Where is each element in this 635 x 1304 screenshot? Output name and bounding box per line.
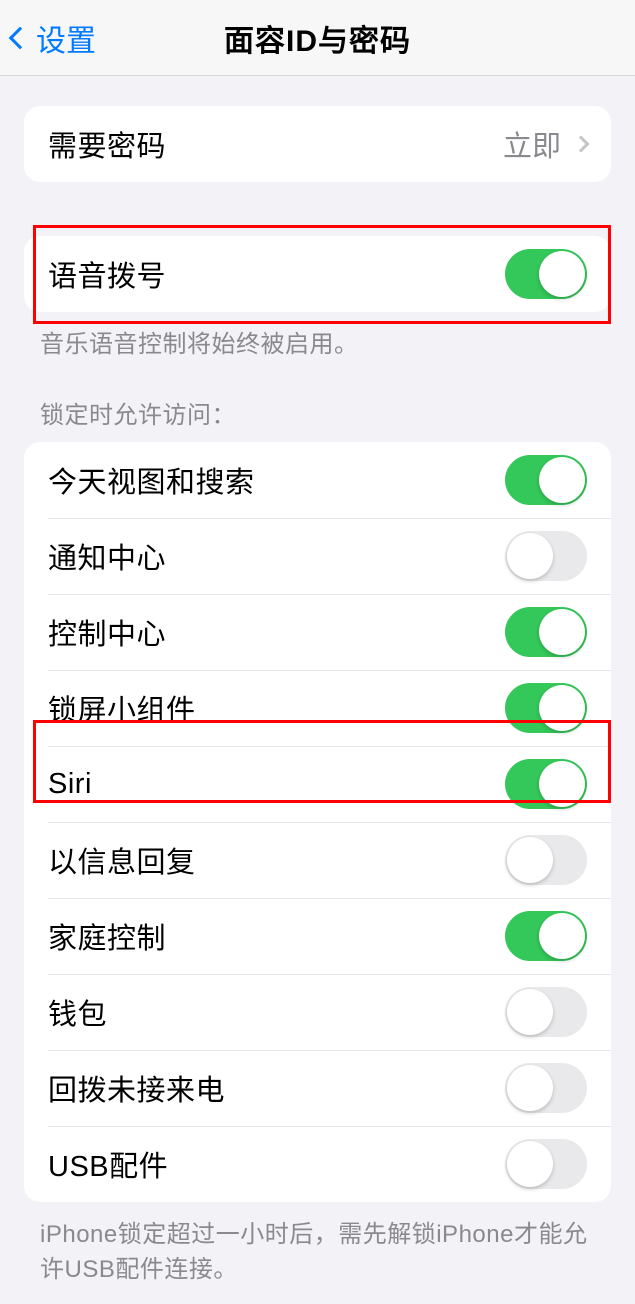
lock-access-label: USB配件 [48,1143,168,1185]
toggle-knob [507,1065,553,1111]
lock-access-toggle[interactable] [505,1139,587,1189]
voice-dial-toggle[interactable] [505,249,587,299]
lock-access-toggle[interactable] [505,987,587,1037]
toggle-knob [507,533,553,579]
lock-access-toggle[interactable] [505,531,587,581]
toggle-knob [539,685,585,731]
lock-access-header: 锁定时允许访问： [40,395,595,430]
toggle-knob [507,1141,553,1187]
toggle-knob [539,609,585,655]
lock-access-row: 家庭控制 [24,898,611,974]
lock-access-label: 回拨未接来电 [48,1067,225,1109]
lock-access-toggle[interactable] [505,683,587,733]
require-passcode-label: 需要密码 [48,123,166,165]
voice-dial-row: 语音拨号 [24,236,611,312]
lock-access-label: 钱包 [48,991,107,1033]
voice-dial-label: 语音拨号 [48,253,166,295]
toggle-knob [507,837,553,883]
toggle-knob [507,989,553,1035]
lock-access-toggle[interactable] [505,911,587,961]
page-title: 面容ID与密码 [224,16,411,60]
toggle-knob [539,761,585,807]
lock-access-label: 今天视图和搜索 [48,459,255,501]
lock-access-toggle[interactable] [505,835,587,885]
lock-access-toggle[interactable] [505,759,587,809]
lock-access-label: 通知中心 [48,535,166,577]
lock-access-row: 以信息回复 [24,822,611,898]
lock-access-toggle[interactable] [505,607,587,657]
toggle-knob [539,251,585,297]
lock-access-label: 以信息回复 [48,839,196,881]
require-passcode-value: 立即 [503,123,587,165]
lock-access-toggle[interactable] [505,455,587,505]
lock-access-row: 控制中心 [24,594,611,670]
lock-access-row: USB配件 [24,1126,611,1202]
back-label: 设置 [36,16,96,60]
lock-access-group: 今天视图和搜索通知中心控制中心锁屏小组件 Siri 以信息回复家庭控制钱包回拨未接来… [24,442,611,1202]
toggle-knob [539,913,585,959]
chevron-left-icon [9,26,32,49]
voice-dial-footer: 音乐语音控制将始终被启用。 [40,324,595,359]
voice-dial-group: 语音拨号 [24,236,611,312]
lock-access-label: Siri [48,768,92,801]
lock-access-toggle[interactable] [505,1063,587,1113]
lock-access-label: 锁屏小组件 [48,687,196,729]
lock-access-label: 控制中心 [48,611,166,653]
lock-access-label: 家庭控制 [48,915,166,957]
navigation-bar: 设置 面容ID与密码 [0,0,635,76]
lock-access-row: 钱包 [24,974,611,1050]
lock-access-row: 今天视图和搜索 [24,442,611,518]
passcode-group: 需要密码 立即 [24,106,611,182]
require-passcode-row[interactable]: 需要密码 立即 [24,106,611,182]
chevron-right-icon [573,136,590,153]
lock-access-row: 回拨未接来电 [24,1050,611,1126]
lock-access-row: 通知中心 [24,518,611,594]
back-button[interactable]: 设置 [0,16,96,60]
lock-access-row: 锁屏小组件 [24,670,611,746]
lock-access-row: Siri [24,746,611,822]
lock-access-footer: iPhone锁定超过一小时后，需先解锁iPhone才能允许USB配件连接。 [40,1214,595,1284]
toggle-knob [539,457,585,503]
